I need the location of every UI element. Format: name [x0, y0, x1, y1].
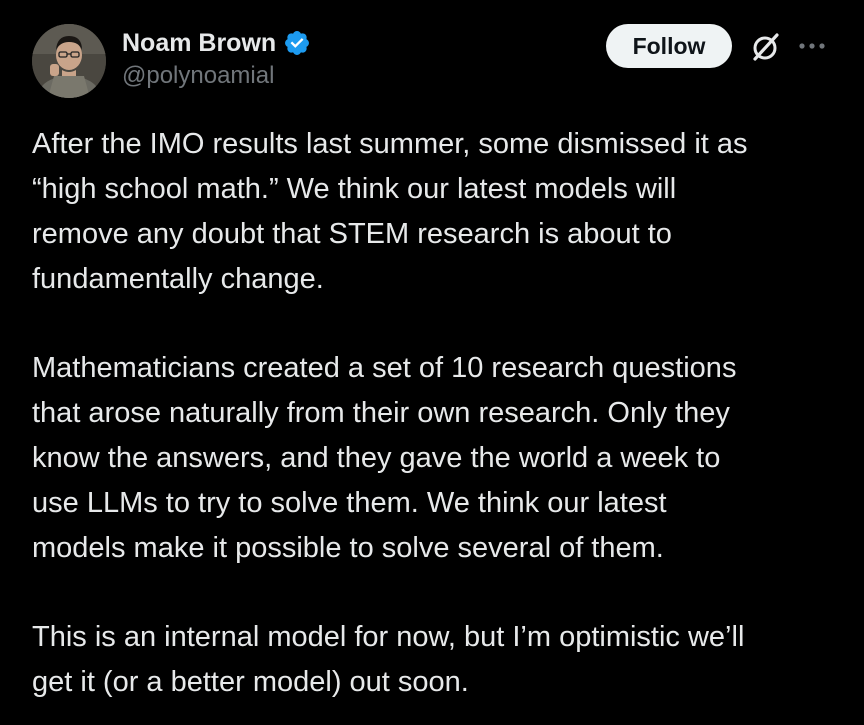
display-name-row: Noam Brown	[122, 26, 311, 60]
tweet-text: After the IMO results last summer, some …	[32, 122, 842, 705]
follow-button[interactable]: Follow	[606, 24, 732, 68]
display-name[interactable]: Noam Brown	[122, 29, 276, 58]
text-line: models make it possible to solve several…	[32, 532, 664, 564]
tweet-header: Noam Brown @polynoamial Follow	[32, 24, 832, 100]
text-line: fundamentally change.	[32, 263, 324, 295]
text-line: After the IMO results last summer, some …	[32, 128, 748, 160]
tweet-paragraph: This is an internal model for now, but I…	[32, 615, 842, 705]
text-line: use LLMs to try to solve them. We think …	[32, 487, 667, 519]
grok-icon[interactable]	[748, 30, 782, 64]
text-line: that arose naturally from their own rese…	[32, 397, 730, 429]
text-line: know the answers, and they gave the worl…	[32, 442, 721, 474]
tweet-card: Noam Brown @polynoamial Follow After the…	[0, 0, 864, 725]
more-horizontal-icon[interactable]	[794, 34, 830, 58]
author-handle[interactable]: @polynoamial	[122, 62, 311, 90]
text-line: get it (or a better model) out soon.	[32, 666, 469, 698]
verified-badge-icon[interactable]	[283, 29, 311, 57]
tweet-paragraph: After the IMO results last summer, some …	[32, 122, 842, 302]
text-line: Mathematicians created a set of 10 resea…	[32, 352, 737, 384]
author-info: Noam Brown @polynoamial	[122, 26, 311, 90]
text-line: “high school math.” We think our latest …	[32, 173, 677, 205]
user-avatar-icon	[32, 24, 106, 98]
text-line: remove any doubt that STEM research is a…	[32, 218, 672, 250]
text-line: This is an internal model for now, but I…	[32, 621, 745, 653]
tweet-paragraph: Mathematicians created a set of 10 resea…	[32, 346, 842, 571]
avatar[interactable]	[32, 24, 106, 98]
